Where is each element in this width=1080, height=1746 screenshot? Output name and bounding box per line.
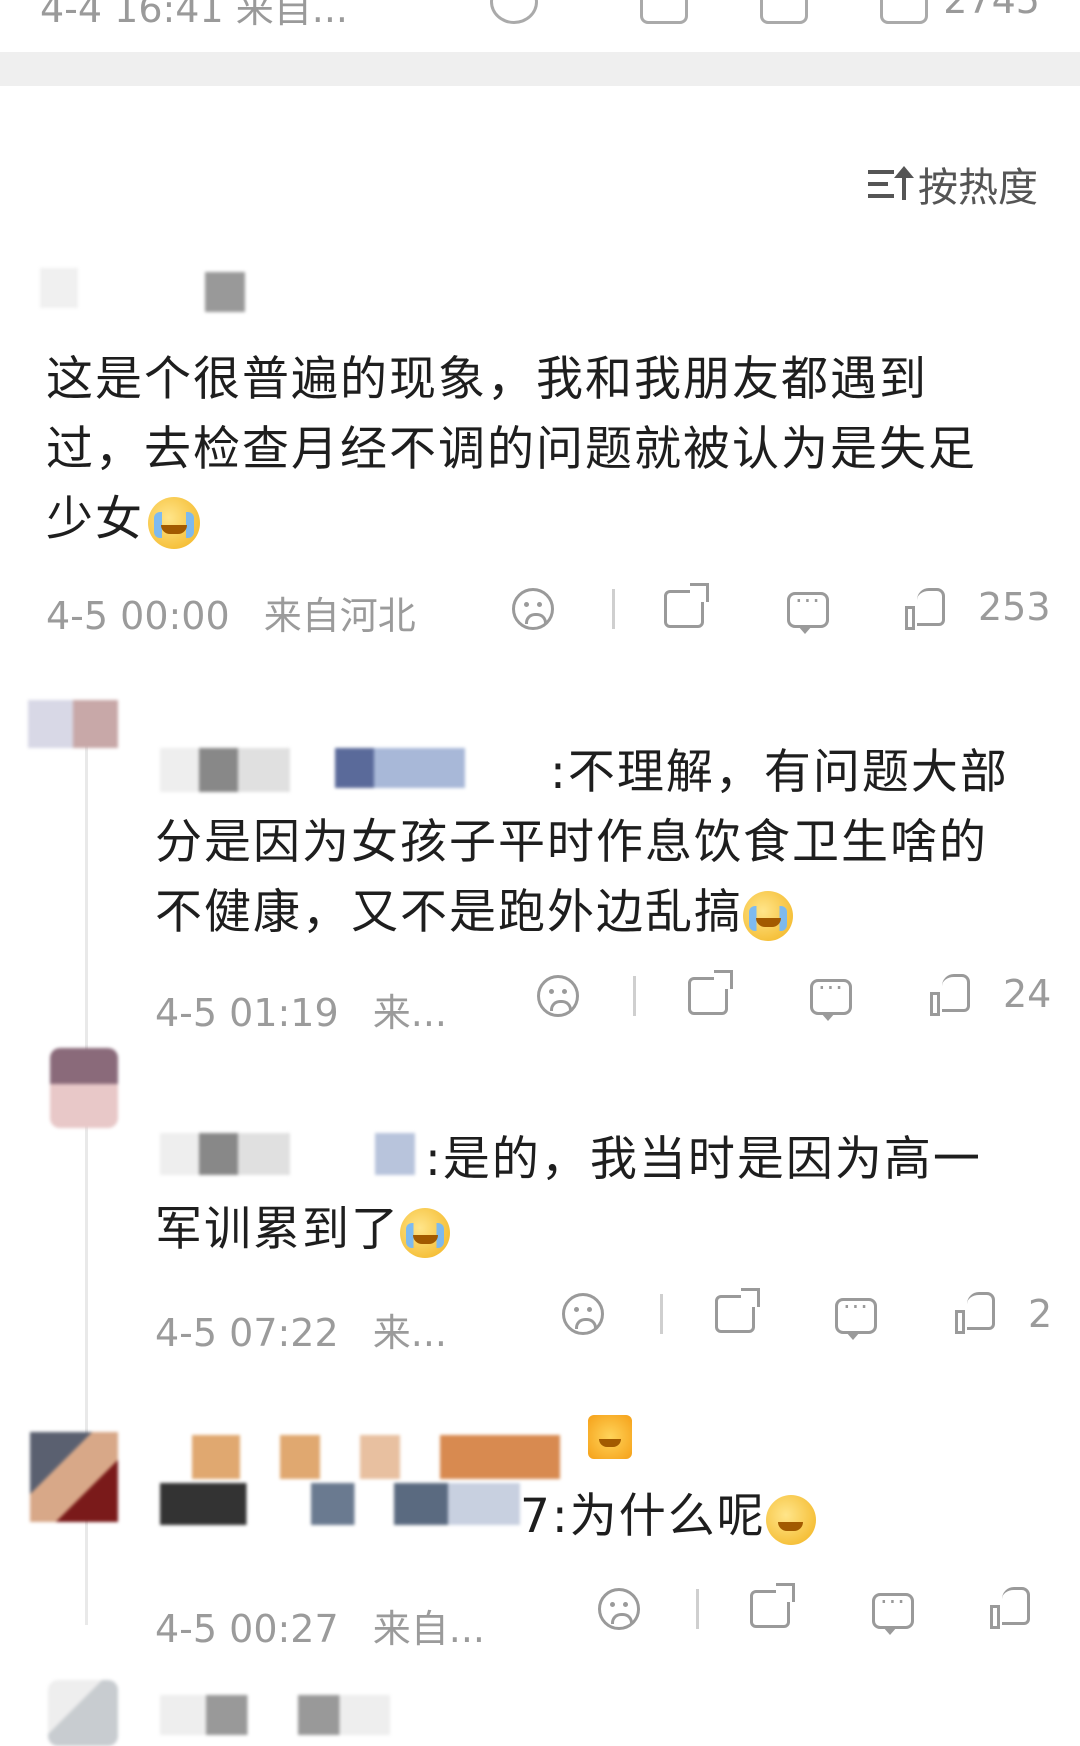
sort-by-hot-button[interactable]: 按热度 (868, 155, 1038, 213)
reply-icon[interactable] (787, 587, 829, 634)
username-blurred[interactable] (160, 1435, 560, 1479)
thumbs-up-icon[interactable] (880, 0, 928, 24)
username-blurred[interactable] (160, 1695, 390, 1735)
reply-meta: 4-5 07:22 来... (155, 1302, 469, 1357)
reply-icon[interactable] (835, 1293, 877, 1340)
share-icon[interactable] (715, 1288, 760, 1333)
sort-icon (868, 166, 914, 202)
reply-body: :不理解，有问题大部分是因为女孩子平时作息饮食卫生啥的不健康，又不是跑外边乱搞 (155, 745, 1009, 940)
previous-post-meta: 4-4 16:41 来自... 2745 (0, 0, 1080, 48)
reply-to-blurred[interactable] (160, 1483, 520, 1525)
reply-meta: 4-5 00:27 来自... (155, 1598, 507, 1653)
sad-face-icon[interactable] (490, 0, 538, 24)
comment-meta: 4-5 00:00 来自河北 (46, 585, 438, 640)
sad-face-icon[interactable] (598, 1588, 640, 1630)
avatar[interactable] (28, 700, 118, 748)
reply-text: :是的，我当时是因为高一军训累到了 (155, 1125, 1025, 1265)
avatar[interactable] (50, 1048, 118, 1128)
sad-face-icon[interactable] (537, 975, 579, 1017)
reply-icon[interactable] (872, 1588, 914, 1635)
reply-time: 4-5 00:27 (155, 1607, 339, 1651)
divider (696, 1589, 699, 1629)
reply-text: 7:为什么呢 (520, 1482, 1020, 1552)
reply-source: 来... (372, 1311, 447, 1355)
username-blurred[interactable] (205, 272, 245, 312)
reply-source: 来... (372, 991, 447, 1035)
divider (660, 1294, 663, 1334)
like-count: 253 (978, 585, 1051, 629)
thumbs-up-icon[interactable] (930, 972, 974, 1016)
reply-time: 4-5 07:22 (155, 1311, 339, 1355)
section-divider (0, 52, 1080, 86)
crying-emoji (743, 890, 793, 941)
like-count: 24 (1003, 972, 1052, 1016)
sort-label: 按热度 (918, 165, 1038, 211)
crown-icon (588, 1415, 632, 1459)
share-icon[interactable] (750, 1583, 795, 1628)
thumbs-up-icon[interactable] (905, 586, 949, 630)
avatar[interactable] (48, 1680, 118, 1746)
like-count: 2 (1028, 1292, 1053, 1336)
reply-source: 来自... (372, 1607, 485, 1651)
reply-text: :不理解，有问题大部分是因为女孩子平时作息饮食卫生啥的不健康，又不是跑外边乱搞 (155, 738, 1015, 948)
crying-emoji (400, 1207, 450, 1258)
sad-face-icon[interactable] (512, 588, 554, 630)
reply-time: 4-5 01:19 (155, 991, 339, 1035)
avatar[interactable] (30, 1432, 118, 1522)
crying-emoji (148, 496, 200, 549)
comment-text: 这是个很普遍的现象，我和我朋友都遇到过，去检查月经不调的问题就被认为是失足少女 (46, 345, 1016, 555)
thumbs-up-icon[interactable] (955, 1290, 999, 1334)
reply-icon[interactable] (760, 0, 808, 24)
reply-meta: 4-5 01:19 来... (155, 982, 469, 1037)
divider (633, 976, 636, 1016)
share-icon[interactable] (640, 0, 688, 24)
reply-body: 7:为什么呢 (520, 1489, 766, 1544)
share-icon[interactable] (688, 970, 733, 1015)
reply-icon[interactable] (810, 974, 852, 1021)
previous-post-likes: 2745 (943, 0, 1040, 22)
previous-post-time: 4-4 16:41 来自... (40, 0, 348, 31)
thinking-emoji (765, 1494, 816, 1545)
comment-source: 来自河北 (263, 594, 416, 638)
sad-face-icon[interactable] (562, 1293, 604, 1335)
comment-time: 4-5 00:00 (46, 594, 230, 638)
avatar[interactable] (40, 268, 78, 308)
share-icon[interactable] (664, 583, 709, 628)
divider (612, 589, 615, 629)
thumbs-up-icon[interactable] (990, 1585, 1034, 1629)
reply-body: :是的，我当时是因为高一军训累到了 (155, 1132, 982, 1257)
